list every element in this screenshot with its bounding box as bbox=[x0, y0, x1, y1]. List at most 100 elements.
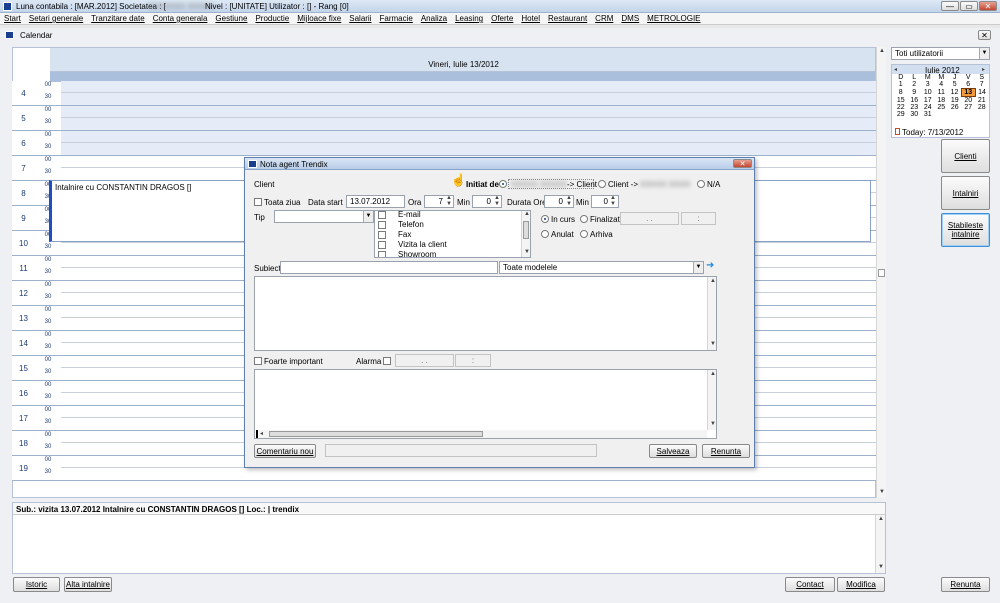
maximize-button[interactable]: ▭ bbox=[960, 1, 978, 11]
menu-item-metrologie[interactable]: METROLOGIE bbox=[647, 14, 700, 23]
finalizat-radio[interactable] bbox=[580, 215, 588, 223]
tip-scroll-up[interactable]: ▲ bbox=[524, 211, 530, 217]
comments-vscrollbar[interactable]: ▲ ▼ bbox=[707, 370, 716, 430]
chevron-down-icon[interactable]: ▼ bbox=[979, 48, 989, 59]
alarma-checkbox[interactable] bbox=[383, 357, 391, 365]
tip-option-checkbox[interactable] bbox=[378, 231, 386, 239]
mini-calendar-day[interactable]: 5 bbox=[948, 81, 962, 89]
hour-row[interactable]: 6 00 30 bbox=[12, 131, 876, 156]
go-arrow-icon[interactable]: ➜ bbox=[706, 260, 714, 271]
mini-calendar-day[interactable]: 21 bbox=[975, 97, 989, 105]
time-slot[interactable] bbox=[61, 81, 876, 93]
mini-calendar-day[interactable]: 7 bbox=[975, 81, 989, 89]
durata-spinner[interactable]: ▲ ▼ bbox=[566, 195, 572, 207]
mini-calendar-day[interactable]: 31 bbox=[921, 111, 935, 118]
tip-scroll-thumb[interactable] bbox=[523, 221, 529, 239]
mini-calendar-day[interactable]: 20 bbox=[962, 97, 976, 105]
mini-calendar-day[interactable]: 23 bbox=[908, 104, 922, 111]
renunta-dialog-button[interactable]: Renunta bbox=[702, 444, 750, 458]
time-slot[interactable] bbox=[61, 131, 876, 143]
tip-option[interactable]: E-mail bbox=[375, 211, 520, 220]
mini-calendar-day[interactable]: 2 bbox=[908, 81, 922, 89]
alarma-date-field[interactable]: . . bbox=[395, 354, 454, 367]
mini-calendar-day[interactable]: 12 bbox=[948, 89, 962, 97]
stabileste-intalnire-button[interactable]: Stabileste intalnire bbox=[941, 213, 990, 247]
minimize-button[interactable]: — bbox=[941, 1, 959, 11]
mini-calendar-day[interactable]: 1 bbox=[894, 81, 908, 89]
mini-calendar-day[interactable]: 24 bbox=[921, 104, 935, 111]
mini-calendar-day[interactable]: 27 bbox=[962, 104, 976, 111]
comments-scroll-down[interactable]: ▼ bbox=[710, 421, 716, 427]
intalniri-button[interactable]: Intalniri bbox=[941, 176, 990, 210]
mini-calendar-day[interactable]: 16 bbox=[908, 97, 922, 105]
menu-item-hotel[interactable]: Hotel bbox=[521, 14, 540, 23]
tip-option-checkbox[interactable] bbox=[378, 251, 386, 257]
menu-item-salarii[interactable]: Salarii bbox=[349, 14, 371, 23]
mini-calendar-day[interactable]: 19 bbox=[948, 97, 962, 105]
menu-item-analiza[interactable]: Analiza bbox=[421, 14, 447, 23]
menu-item-mijloace-fixe[interactable]: Mijloace fixe bbox=[297, 14, 341, 23]
initiat-radio-na[interactable] bbox=[697, 180, 705, 188]
min-spinner[interactable]: ▲ ▼ bbox=[494, 195, 500, 207]
mini-calendar-day[interactable]: 22 bbox=[894, 104, 908, 111]
initiat-radio-client[interactable] bbox=[598, 180, 606, 188]
data-start-field[interactable]: 13.07.2012 bbox=[346, 195, 405, 208]
menu-item-dms[interactable]: DMS bbox=[621, 14, 639, 23]
comentariu-field[interactable] bbox=[325, 444, 597, 457]
model-select[interactable]: Toate modelele ▼ bbox=[499, 261, 704, 274]
description-scroll-up[interactable]: ▲ bbox=[710, 278, 716, 284]
prev-month-arrow[interactable]: ◂ bbox=[894, 66, 897, 73]
mini-calendar-day[interactable]: 6 bbox=[962, 81, 976, 89]
user-select[interactable]: Toti utilizatorii ▼ bbox=[891, 47, 990, 60]
foarte-important-checkbox[interactable] bbox=[254, 357, 262, 365]
scroll-up-arrow[interactable]: ▲ bbox=[879, 48, 885, 54]
close-window-button[interactable]: ✕ bbox=[979, 1, 997, 11]
tip-list[interactable]: E-mail Telefon Fax Vizita la client Showroom bbox=[374, 210, 531, 258]
mini-calendar-day[interactable]: 29 bbox=[894, 111, 908, 118]
menu-item-gestiune[interactable]: Gestiune bbox=[215, 14, 247, 23]
tip-option-checkbox[interactable] bbox=[378, 241, 386, 249]
menu-item-farmacie[interactable]: Farmacie bbox=[379, 14, 412, 23]
mini-calendar-day[interactable]: 28 bbox=[975, 104, 989, 111]
istoric-button[interactable]: Istoric bbox=[13, 577, 60, 592]
tip-option-checkbox[interactable] bbox=[378, 211, 386, 219]
calendar-scrollbar[interactable]: ▲ ▼ bbox=[876, 47, 886, 498]
mini-calendar-day[interactable]: 8 bbox=[894, 89, 908, 97]
menu-item-start[interactable]: Start bbox=[4, 14, 21, 23]
menu-item-conta-generala[interactable]: Conta generala bbox=[153, 14, 208, 23]
menu-item-oferte[interactable]: Oferte bbox=[491, 14, 513, 23]
scroll-down-arrow[interactable]: ▼ bbox=[879, 489, 885, 495]
mini-calendar-day[interactable]: 11 bbox=[935, 89, 949, 97]
tip-option[interactable]: Fax bbox=[375, 230, 520, 240]
model-chevron-down-icon[interactable]: ▼ bbox=[693, 262, 703, 273]
subiect-input[interactable] bbox=[280, 261, 498, 274]
anulat-radio[interactable] bbox=[541, 230, 549, 238]
arhiva-radio[interactable] bbox=[580, 230, 588, 238]
salveaza-button[interactable]: Salveaza bbox=[649, 444, 697, 458]
mini-calendar-day[interactable]: 10 bbox=[921, 89, 935, 97]
tip-list-scrollbar[interactable]: ▲ ▼ bbox=[521, 211, 530, 257]
comments-hscroll-thumb[interactable] bbox=[269, 431, 483, 437]
comments-scroll-left[interactable]: ◂ bbox=[260, 430, 263, 437]
details-scroll-down[interactable]: ▼ bbox=[878, 564, 884, 570]
toata-ziua-checkbox[interactable] bbox=[254, 198, 262, 206]
finalizat-time-field[interactable]: : bbox=[681, 212, 716, 225]
hour-row[interactable]: 5 00 30 bbox=[12, 106, 876, 131]
calendar-close-button[interactable]: ✕ bbox=[978, 30, 991, 40]
alarma-time-field[interactable]: : bbox=[455, 354, 491, 367]
menu-item-productie[interactable]: Productie bbox=[255, 14, 289, 23]
tip-chevron-down-icon[interactable]: ▼ bbox=[363, 211, 373, 222]
mini-calendar-day[interactable]: 26 bbox=[948, 104, 962, 111]
mini-calendar-day[interactable]: 3 bbox=[921, 81, 935, 89]
alta-intalnire-button[interactable]: Alta intalnire bbox=[64, 577, 112, 592]
next-month-arrow[interactable]: ▸ bbox=[982, 66, 985, 73]
tip-scroll-down[interactable]: ▼ bbox=[524, 249, 530, 255]
comments-area[interactable]: ▲ ▼ ◂ bbox=[254, 369, 717, 439]
in-curs-radio[interactable] bbox=[541, 215, 549, 223]
hour-row[interactable]: 4 00 30 bbox=[12, 81, 876, 106]
tip-option[interactable]: Showroom bbox=[375, 250, 520, 257]
mini-calendar-day[interactable]: 25 bbox=[935, 104, 949, 111]
mini-calendar-day[interactable]: 17 bbox=[921, 97, 935, 105]
mini-calendar-day[interactable]: 13 bbox=[961, 88, 976, 97]
initiat-radio-agent[interactable] bbox=[499, 180, 507, 188]
